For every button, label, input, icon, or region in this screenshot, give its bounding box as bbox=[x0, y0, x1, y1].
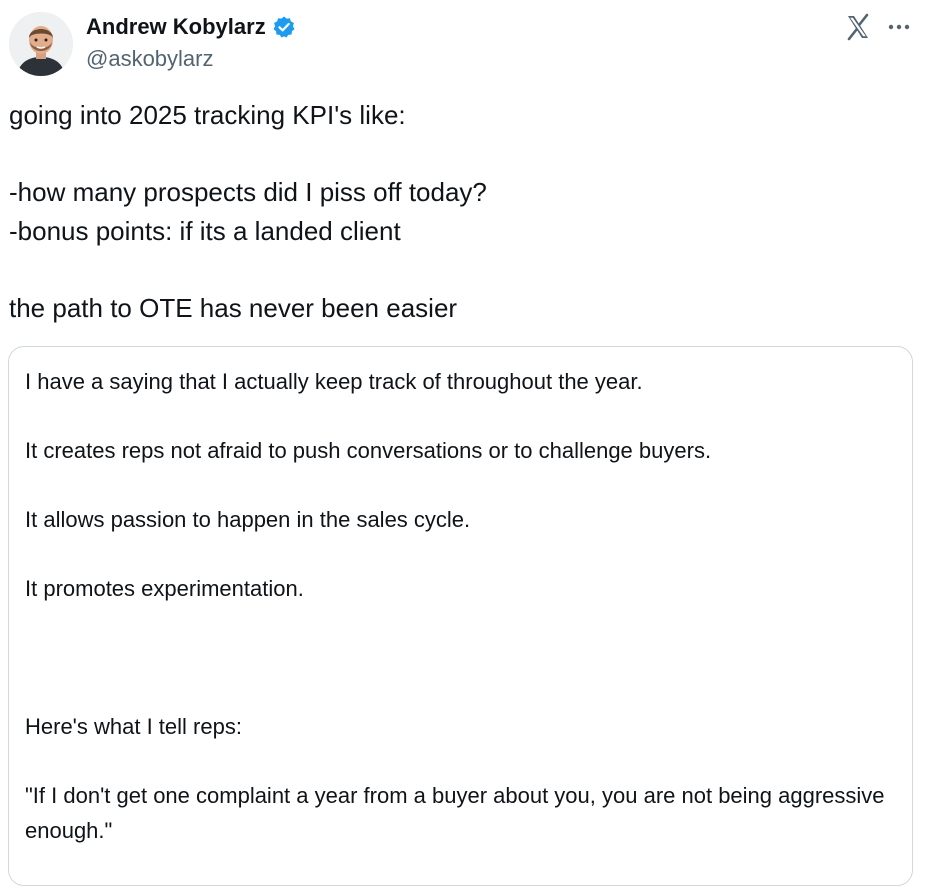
quoted-tweet-text: I have a saying that I actually keep tra… bbox=[25, 369, 885, 843]
author-name-text: Andrew Kobylarz bbox=[86, 14, 266, 39]
more-options-icon[interactable] bbox=[884, 12, 914, 42]
tweet-text: going into 2025 tracking KPI's like: -ho… bbox=[9, 100, 487, 323]
avatar[interactable] bbox=[9, 12, 73, 76]
x-logo-icon[interactable] bbox=[843, 12, 873, 42]
quoted-tweet-card[interactable]: I have a saying that I actually keep tra… bbox=[8, 346, 913, 886]
avatar-image bbox=[9, 12, 73, 76]
author-handle[interactable]: @askobylarz bbox=[86, 44, 214, 74]
author-name[interactable]: Andrew Kobylarz bbox=[86, 12, 296, 42]
verified-badge-icon bbox=[272, 15, 296, 39]
